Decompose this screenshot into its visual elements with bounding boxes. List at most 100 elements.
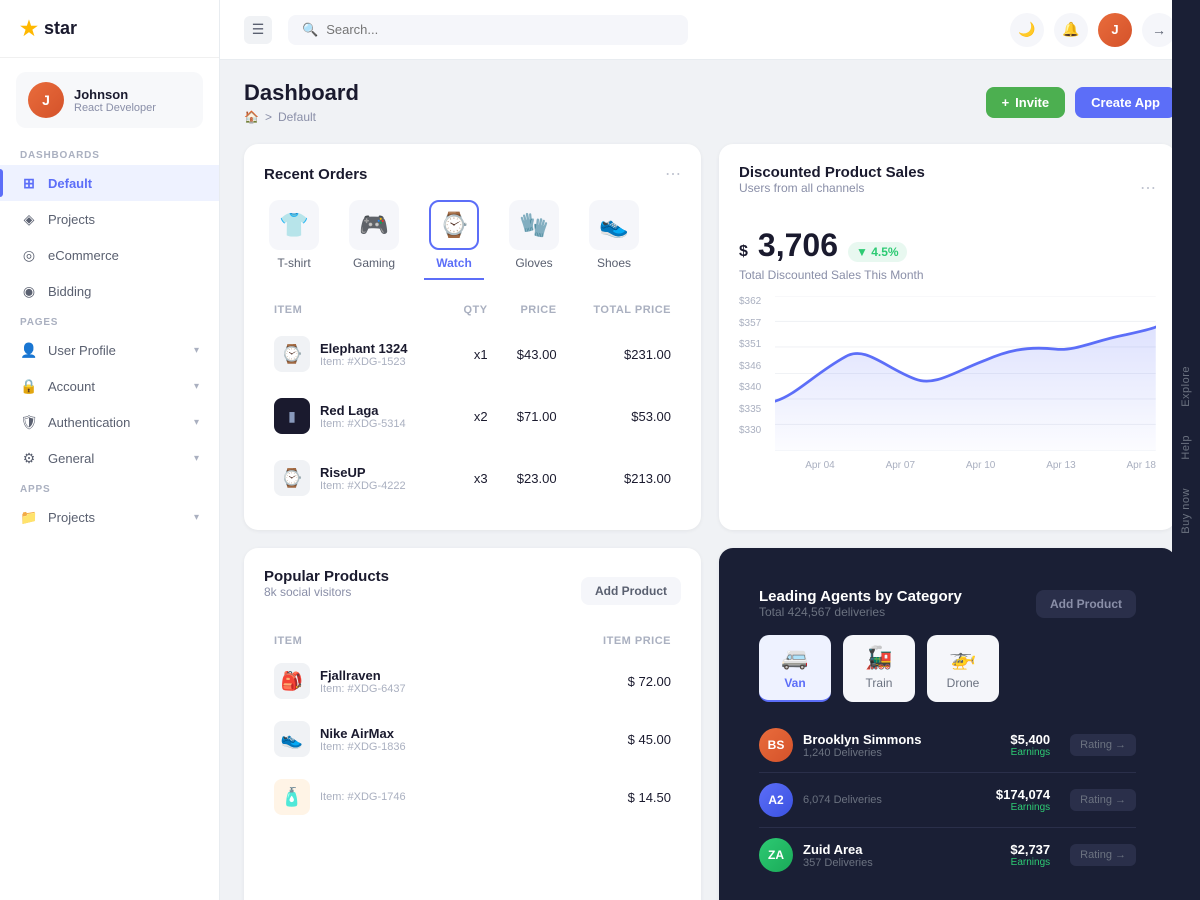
tab-train[interactable]: 🚂 Train xyxy=(843,635,915,702)
col-price: ITEM PRICE xyxy=(530,631,679,651)
card-header: Leading Agents by Category Total 424,567… xyxy=(759,588,1136,619)
total-cell: $231.00 xyxy=(567,324,679,384)
sidebar-item-projects-app[interactable]: 📁 Projects ▾ xyxy=(0,499,219,535)
tshirt-icon: 👕 xyxy=(269,200,319,250)
avatar: J xyxy=(28,82,64,118)
agent-avatar: ZA xyxy=(759,838,793,872)
leading-agents-card: Leading Agents by Category Total 424,567… xyxy=(719,548,1176,900)
x-label: Apr 18 xyxy=(1127,460,1156,471)
tab-van[interactable]: 🚐 Van xyxy=(759,635,831,702)
sidebar-item-label: eCommerce xyxy=(48,248,119,263)
agent-earnings: $2,737 xyxy=(1010,842,1050,857)
sidebar-item-authentication[interactable]: 🛡 Authentication ▾ xyxy=(0,404,219,440)
theme-toggle-button[interactable]: 🌙 xyxy=(1010,13,1044,47)
page-header: Dashboard 🏠 > Default + Invite Create Ap… xyxy=(244,80,1176,124)
tab-gaming[interactable]: 🎮 Gaming xyxy=(344,200,404,280)
invite-button[interactable]: + Invite xyxy=(986,87,1066,118)
shoes-icon: 👟 xyxy=(589,200,639,250)
sidebar-item-default[interactable]: ⊞ Default xyxy=(0,165,219,201)
table-row: 🎒 Fjallraven Item: #XDG-6437 $ 72.00 xyxy=(266,653,679,709)
logo-text: star xyxy=(44,18,77,39)
table-row: 👟 Nike AirMax Item: #XDG-1836 $ 45.00 xyxy=(266,711,679,767)
section-label-dashboards: DASHBOARDS xyxy=(0,142,219,165)
y-label: $335 xyxy=(739,404,761,415)
right-tabs: Explore Help Buy now xyxy=(1172,0,1200,900)
sidebar-item-account[interactable]: 🔒 Account ▾ xyxy=(0,368,219,404)
sidebar-item-general[interactable]: ⚙ General ▾ xyxy=(0,440,219,476)
item-cell: ⌚ Elephant 1324 Item: #XDG-1523 xyxy=(274,336,437,372)
add-product-button[interactable]: Add Product xyxy=(581,577,681,605)
total-cell: $53.00 xyxy=(567,386,679,446)
chevron-down-icon: ▾ xyxy=(194,345,199,356)
collapse-button[interactable]: ☰ xyxy=(244,16,272,44)
search-input[interactable] xyxy=(326,22,674,37)
y-label: $351 xyxy=(739,339,761,350)
gloves-icon: 🧤 xyxy=(509,200,559,250)
sidebar-item-bidding[interactable]: ◉ Bidding xyxy=(0,273,219,309)
sidebar-item-ecommerce[interactable]: ◎ eCommerce xyxy=(0,237,219,273)
y-label: $330 xyxy=(739,425,761,436)
page-actions: + Invite Create App xyxy=(986,87,1176,118)
sidebar-item-label: Account xyxy=(48,379,95,394)
sidebar-profile[interactable]: J Johnson React Developer xyxy=(16,72,203,128)
products-table: ITEM ITEM PRICE 🎒 Fjallraven xyxy=(264,629,681,827)
arrow-icon[interactable]: → xyxy=(1142,13,1176,47)
rating-button[interactable]: Rating → xyxy=(1070,844,1136,866)
product-price: $ 14.50 xyxy=(530,769,679,825)
buy-now-tab[interactable]: Buy now xyxy=(1174,474,1198,548)
search-icon: 🔍 xyxy=(302,22,318,38)
tab-shoes[interactable]: 👟 Shoes xyxy=(584,200,644,280)
product-sku: Item: #XDG-1746 xyxy=(320,791,406,803)
tab-watch[interactable]: ⌚ Watch xyxy=(424,200,484,280)
explore-tab[interactable]: Explore xyxy=(1174,352,1198,421)
product-image: 🎒 xyxy=(274,663,310,699)
product-price: $ 45.00 xyxy=(530,711,679,767)
breadcrumb-current: Default xyxy=(278,110,316,124)
item-image: ⌚ xyxy=(274,336,310,372)
sidebar-item-label: User Profile xyxy=(48,343,116,358)
agent-deliveries: 1,240 Deliveries xyxy=(803,747,921,759)
agent-avatar: A2 xyxy=(759,783,793,817)
sidebar-item-user-profile[interactable]: 👤 User Profile ▾ xyxy=(0,332,219,368)
table-row: ⌚ RiseUP Item: #XDG-4222 x3 $23.00 $213.… xyxy=(266,448,679,508)
card-header: Popular Products 8k social visitors Add … xyxy=(264,568,681,613)
sidebar-item-label: Authentication xyxy=(48,415,130,430)
item-sku: Item: #XDG-5314 xyxy=(320,418,406,430)
rating-button[interactable]: Rating → xyxy=(1070,789,1136,811)
breadcrumb-sep: > xyxy=(265,110,272,124)
chart-y-axis: $362 $357 $351 $346 $340 $335 $330 xyxy=(739,296,761,436)
col-item: ITEM xyxy=(266,298,445,322)
agent-row: BS Brooklyn Simmons 1,240 Deliveries $5,… xyxy=(759,718,1136,773)
y-label: $340 xyxy=(739,382,761,393)
tab-drone[interactable]: 🚁 Drone xyxy=(927,635,999,702)
price-cell: $23.00 xyxy=(498,448,565,508)
qty-cell: x1 xyxy=(447,324,495,384)
total-cell: $213.00 xyxy=(567,448,679,508)
agent-name: Zuid Area xyxy=(803,842,873,857)
col-qty: QTY xyxy=(447,298,495,322)
profile-role: React Developer xyxy=(74,102,156,114)
agent-deliveries: 6,074 Deliveries xyxy=(803,794,882,806)
sidebar-item-projects[interactable]: ◈ Projects xyxy=(0,201,219,237)
profile-name: Johnson xyxy=(74,87,156,102)
col-item: ITEM xyxy=(266,631,528,651)
add-product-dark-button[interactable]: Add Product xyxy=(1036,590,1136,618)
drone-icon: 🚁 xyxy=(949,645,976,671)
rating-button[interactable]: Rating → xyxy=(1070,734,1136,756)
card-menu-icon[interactable]: ⋯ xyxy=(665,164,681,184)
help-tab[interactable]: Help xyxy=(1174,421,1198,474)
card-title: Discounted Product Sales xyxy=(739,164,925,181)
chevron-down-icon: ▾ xyxy=(194,512,199,523)
header-avatar[interactable]: J xyxy=(1098,13,1132,47)
card-title: Popular Products xyxy=(264,568,389,585)
notification-button[interactable]: 🔔 xyxy=(1054,13,1088,47)
folder-icon: 📁 xyxy=(20,508,38,526)
create-app-button[interactable]: Create App xyxy=(1075,87,1176,118)
recent-orders-card: Recent Orders ⋯ 👕 T-shirt 🎮 Gaming ⌚ xyxy=(244,144,701,530)
tab-gloves[interactable]: 🧤 Gloves xyxy=(504,200,564,280)
item-cell: ⌚ RiseUP Item: #XDG-4222 xyxy=(274,460,437,496)
sidebar-item-label: Projects xyxy=(48,510,95,525)
qty-cell: x2 xyxy=(447,386,495,446)
card-menu-icon[interactable]: ⋯ xyxy=(1140,178,1156,198)
tab-tshirt[interactable]: 👕 T-shirt xyxy=(264,200,324,280)
